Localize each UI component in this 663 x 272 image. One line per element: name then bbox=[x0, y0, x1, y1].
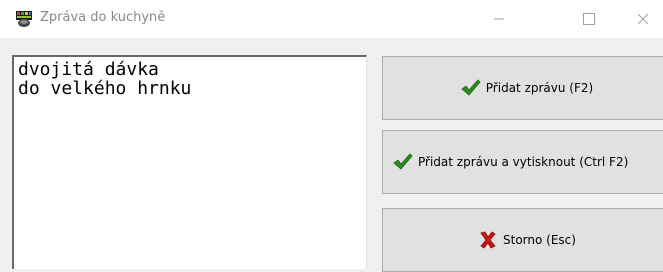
message-textarea[interactable]: dvojitá dávka do velkého hrnku bbox=[12, 55, 367, 269]
window-title: Zpráva do kuchyně bbox=[40, 10, 166, 25]
maximize-icon[interactable] bbox=[566, 0, 612, 38]
checkmark-icon bbox=[461, 79, 481, 97]
title-bar[interactable]: Zpráva do kuchyně bbox=[0, 0, 663, 38]
red-x-icon bbox=[478, 231, 498, 249]
minimize-icon[interactable] bbox=[476, 0, 522, 38]
add-message-label: Přidat zprávu (F2) bbox=[485, 81, 594, 95]
checkmark-icon bbox=[393, 153, 413, 171]
kitchen-app-icon[interactable] bbox=[15, 10, 33, 28]
add-message-button[interactable]: Přidat zprávu (F2) bbox=[382, 56, 663, 120]
add-and-print-label: Přidat zprávu a vytisknout (Ctrl F2) bbox=[418, 155, 629, 169]
close-icon[interactable] bbox=[620, 0, 663, 38]
dialog-body: dvojitá dávka do velkého hrnku Přidat zp… bbox=[0, 38, 663, 272]
cancel-label: Storno (Esc) bbox=[503, 233, 576, 247]
add-and-print-button[interactable]: Přidat zprávu a vytisknout (Ctrl F2) bbox=[382, 130, 663, 194]
cancel-button[interactable]: Storno (Esc) bbox=[382, 208, 663, 272]
